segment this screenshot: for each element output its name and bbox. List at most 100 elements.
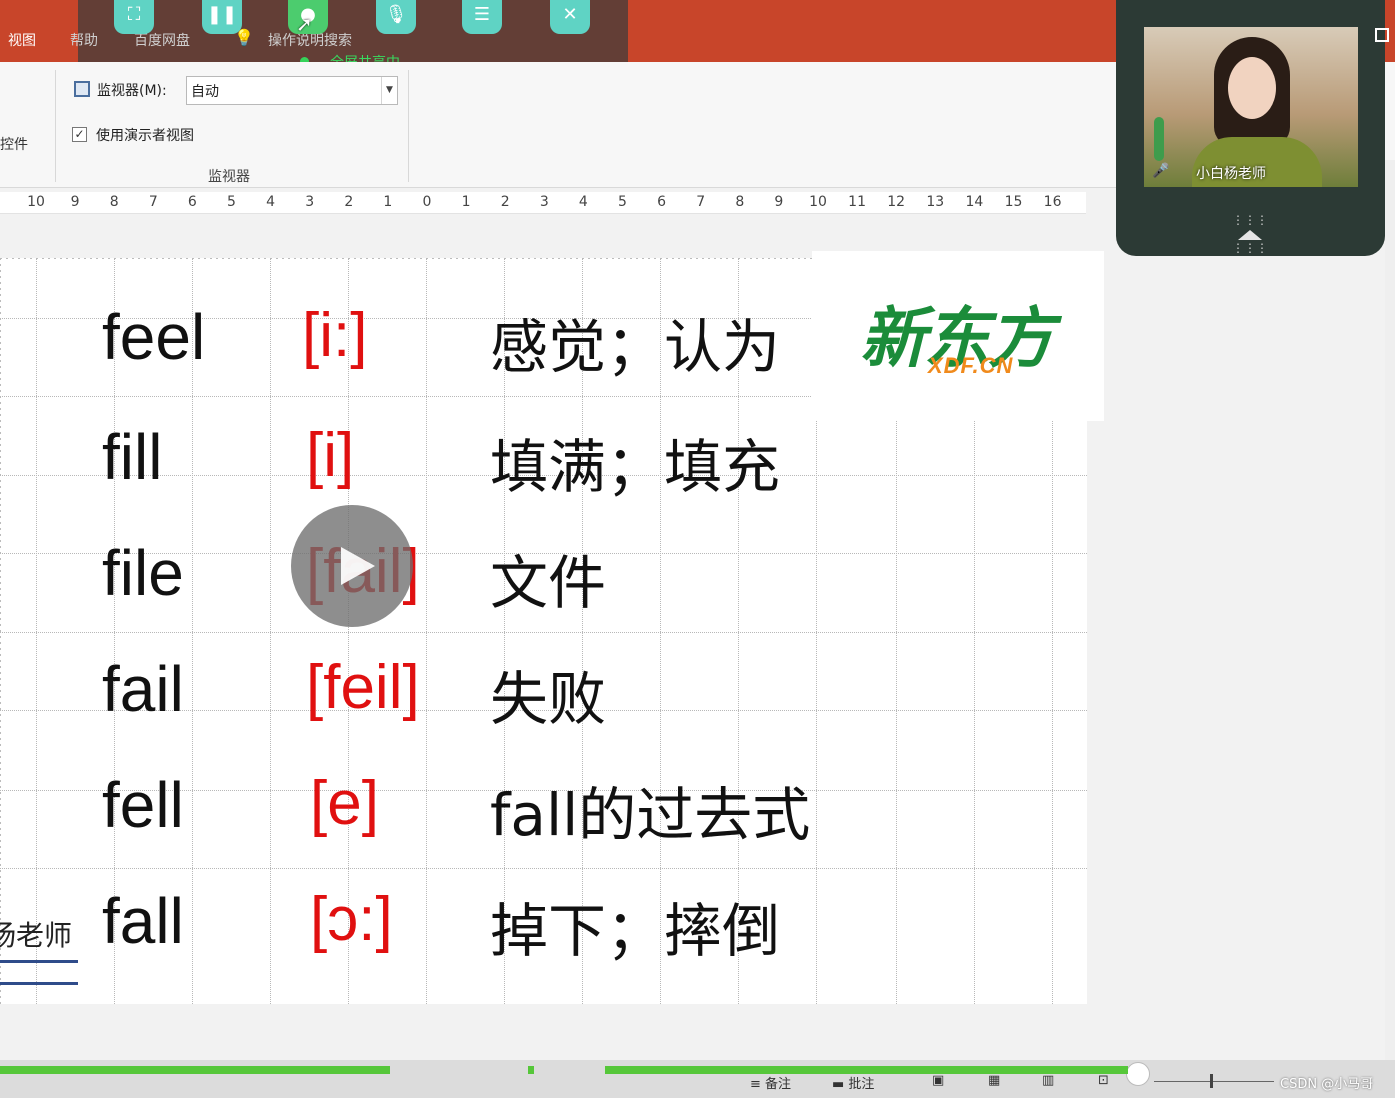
vocab-meaning: 掉下；摔倒: [490, 897, 781, 965]
ruler-tick-label: 5: [227, 194, 236, 210]
ribbon-separator: [55, 70, 56, 182]
vocab-meaning: 文件: [490, 549, 607, 617]
zoom-slider-track[interactable]: [1154, 1081, 1274, 1082]
progress-knob[interactable]: [1126, 1062, 1150, 1086]
webcam-panel[interactable]: 🎤 小白杨老师 ⋮⋮⋮⋮⋮⋮: [1116, 0, 1389, 256]
vocab-row: fell [e] fall的过去式: [0, 768, 1087, 886]
vocab-phonetic: [i]: [306, 421, 355, 490]
ruler-tick-label: 4: [266, 194, 276, 210]
comments-button[interactable]: ▬ 批注: [832, 1073, 874, 1092]
controls-label[interactable]: 控件: [0, 134, 28, 154]
pause-icon[interactable]: ❚❚: [202, 0, 242, 34]
mic-icon[interactable]: 🎙: [376, 0, 416, 34]
ruler-tick-label: 2: [500, 194, 510, 210]
tab-help[interactable]: 帮助: [70, 30, 98, 50]
slide-sorter-icon[interactable]: ▦: [988, 1073, 1000, 1088]
playback-progress-segment: [0, 1066, 390, 1074]
vocab-row: fail [feil] 失败: [0, 652, 1087, 770]
vocab-phonetic: [e]: [310, 769, 379, 838]
chevron-down-icon[interactable]: ▼: [381, 77, 397, 104]
vertical-scrollbar[interactable]: [1385, 160, 1395, 1060]
ruler-tick-label: 7: [696, 194, 706, 210]
vocab-word: feel: [102, 301, 206, 373]
ruler-tick-label: 8: [735, 194, 745, 210]
xdf-logo: 新东方 XDF.CN: [812, 251, 1104, 421]
vocab-word: fall: [102, 885, 184, 957]
underline-decoration: [0, 960, 78, 963]
ruler-tick-label: 1: [383, 194, 393, 210]
ruler-tick-label: 9: [774, 194, 784, 210]
presenter-face: [1228, 57, 1276, 119]
popout-icon[interactable]: [1375, 28, 1389, 42]
normal-view-icon[interactable]: ▣: [932, 1073, 944, 1088]
ruler-tick-label: 3: [539, 194, 549, 210]
fullscreen-icon[interactable]: ⛶: [114, 0, 154, 34]
vocab-word: file: [102, 537, 184, 609]
chevron-up-icon: [1238, 229, 1262, 240]
slideshow-icon[interactable]: ⊡: [1098, 1073, 1109, 1088]
mic-status-icon: 🎤: [1152, 163, 1170, 179]
vocab-word: fill: [102, 421, 163, 493]
ruler-tick-label: 13: [926, 194, 945, 210]
tab-view[interactable]: 视图: [8, 30, 36, 50]
vocab-phonetic: [i:]: [302, 301, 368, 370]
presenter-view-label[interactable]: 使用演示者视图: [96, 125, 194, 145]
play-button-icon[interactable]: [291, 505, 413, 627]
csdn-watermark: CSDN @小马哥: [1280, 1077, 1374, 1092]
ruler-tick-label: 10: [809, 194, 827, 210]
vocab-phonetic: [feil]: [306, 653, 420, 722]
collapse-webcam-button[interactable]: ⋮⋮⋮⋮⋮⋮: [1220, 213, 1280, 255]
zoom-slider-thumb[interactable]: [1210, 1074, 1213, 1088]
ruler-tick-label: 11: [848, 194, 867, 210]
vocab-row: file[fail]文件: [0, 536, 1087, 654]
ruler-tick-label: 15: [1004, 194, 1023, 210]
ruler-tick-label: 2: [344, 194, 354, 210]
vocab-word: fail: [102, 653, 184, 725]
ruler-tick-label: 0: [422, 194, 432, 210]
playback-progress-segment: [605, 1066, 1128, 1074]
monitor-select-value: 自动: [191, 84, 219, 100]
underline-decoration: [0, 982, 78, 985]
teacher-name-label: 杨老师: [0, 919, 73, 952]
close-icon[interactable]: ✕: [550, 0, 590, 34]
ruler-tick-label: 14: [965, 194, 984, 210]
vocab-word: fell: [102, 769, 184, 841]
webcam-video: 🎤 小白杨老师: [1144, 27, 1358, 187]
audio-level-meter: [1154, 117, 1164, 161]
notes-button[interactable]: ≡ 备注: [750, 1073, 791, 1092]
vocab-phonetic: [ɔ:]: [310, 885, 393, 954]
ruler-tick-label: 6: [187, 194, 197, 210]
ribbon-separator: [408, 70, 409, 182]
vocab-meaning: 感觉；认为: [490, 313, 781, 381]
notes-label: 备注: [765, 1077, 792, 1092]
presenter-view-checkbox[interactable]: ✓: [72, 127, 87, 142]
reading-view-icon[interactable]: ▥: [1042, 1073, 1054, 1088]
vocab-meaning: 失败: [490, 665, 607, 733]
vocab-row: fill [i] 填满；填充: [0, 420, 1087, 538]
monitor-select[interactable]: 自动 ▼: [186, 76, 398, 105]
ruler-tick-label: 7: [148, 194, 158, 210]
mouse-cursor-icon: ➚: [296, 12, 313, 36]
ruler-tick-label: 9: [70, 194, 80, 210]
monitor-icon: [74, 81, 90, 97]
vocab-meaning: fall的过去式: [490, 781, 811, 849]
horizontal-ruler: 10 9 8 7 6 5 4 3 2 1 0 1 2 3 4 5 6 7 8 9 10 11 12 13 14 15 16: [0, 192, 1086, 214]
playback-progress-segment: [528, 1066, 534, 1074]
ruler-tick-label: 12: [887, 194, 906, 210]
ruler-tick-label: 10: [27, 194, 45, 210]
ruler-tick-label: 8: [109, 194, 119, 210]
webcam-presenter-name: 小白杨老师: [1196, 166, 1266, 182]
logo-sub-text: XDF.CN: [928, 353, 1014, 378]
ruler-tick-label: 5: [618, 194, 627, 210]
monitor-group-label: 监视器: [208, 169, 250, 185]
monitor-label: 监视器(M):: [97, 83, 167, 99]
ruler-tick-label: 1: [461, 194, 471, 210]
ruler-tick-label: 16: [1043, 194, 1062, 210]
ruler-tick-label: 4: [578, 194, 588, 210]
vocab-row: fall [ɔ:] 掉下；摔倒: [0, 884, 1087, 1002]
settings-icon[interactable]: ☰: [462, 0, 502, 34]
vocab-meaning: 填满；填充: [490, 433, 781, 501]
ruler-tick-label: 6: [657, 194, 667, 210]
comments-label: 批注: [848, 1077, 875, 1092]
ruler-tick-label: 3: [305, 194, 315, 210]
